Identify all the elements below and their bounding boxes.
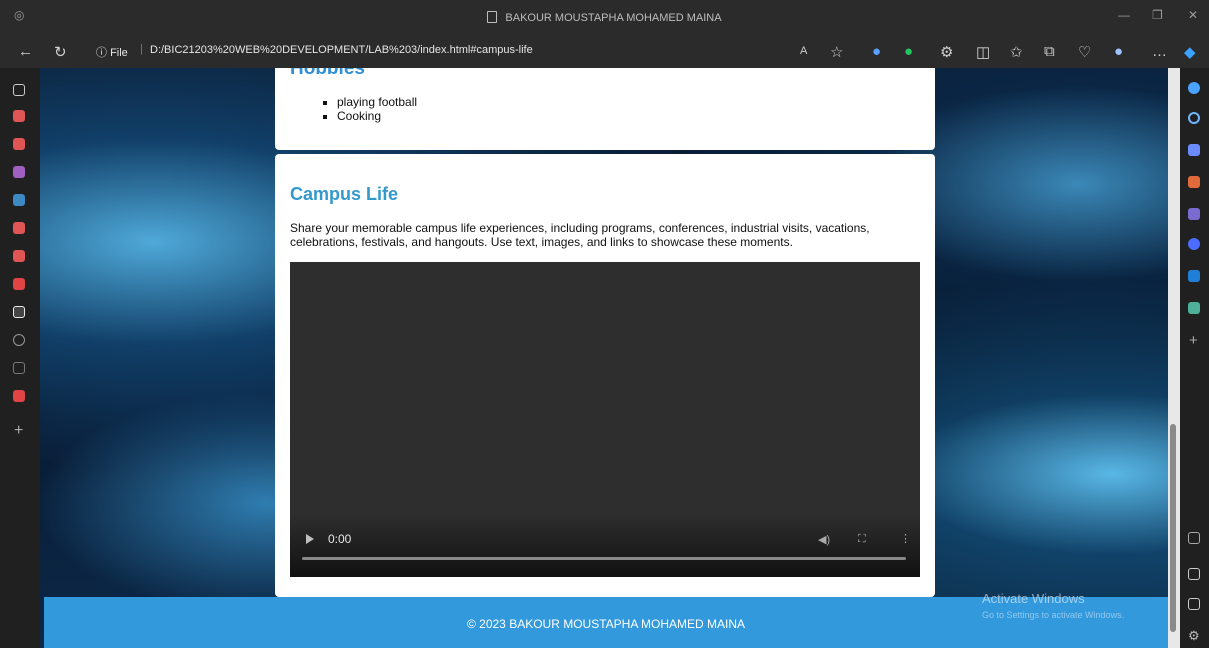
grammarly-icon[interactable]: ● xyxy=(904,43,913,60)
copilot-icon[interactable]: ◆ xyxy=(1184,43,1196,61)
games-icon[interactable] xyxy=(1188,208,1200,220)
campus-life-heading: Campus Life xyxy=(290,184,399,204)
tab-pdf-icon[interactable] xyxy=(13,222,25,234)
fullscreen-icon[interactable]: ⛶ xyxy=(858,533,866,546)
performance-icon[interactable]: ♡ xyxy=(1078,43,1091,61)
title-bar: ◎ BAKOUR MOUSTAPHA MOHAMED MAINA — ❐ ✕ xyxy=(0,0,1209,36)
back-arrow-icon[interactable]: ← xyxy=(18,43,33,60)
address-separator: | xyxy=(140,43,143,55)
edge-sidebar: + ⚙ xyxy=(1180,68,1209,648)
url-text[interactable]: D:/BIC21203%20WEB%20DEVELOPMENT/LAB%203/… xyxy=(150,44,533,56)
tab-github-icon[interactable] xyxy=(13,334,25,346)
video-progress-track[interactable] xyxy=(302,557,906,560)
profile-avatar-icon[interactable]: ● xyxy=(1114,43,1123,60)
extensions-puzzle-icon[interactable]: ⚙ xyxy=(940,43,953,61)
window-title: BAKOUR MOUSTAPHA MOHAMED MAINA xyxy=(0,11,1209,24)
extension-icon[interactable]: ● xyxy=(872,43,881,60)
screenshot-icon[interactable] xyxy=(1188,532,1200,544)
video-more-icon[interactable]: ⋮ xyxy=(900,532,911,545)
external-open-icon[interactable] xyxy=(1188,598,1200,610)
video-player[interactable]: 0:00 ◀) ⛶ ⋮ xyxy=(290,262,920,577)
site-info[interactable]: ⓘ File xyxy=(96,44,128,60)
drop-icon[interactable] xyxy=(1188,302,1200,314)
new-tab-plus-icon[interactable]: + xyxy=(14,422,23,440)
tab-file-icon-active[interactable] xyxy=(13,306,25,318)
vertical-tabs-sidebar: + xyxy=(0,68,40,648)
tab-pdf-icon[interactable] xyxy=(13,278,25,290)
video-time: 0:00 xyxy=(328,532,352,546)
close-button[interactable]: ✕ xyxy=(1188,8,1198,22)
tools-icon[interactable] xyxy=(1188,176,1200,188)
maximize-button[interactable]: ❐ xyxy=(1152,8,1163,22)
scrollbar-thumb[interactable] xyxy=(1170,424,1176,632)
sidebar-toggle-icon[interactable] xyxy=(1188,568,1200,580)
tab-pdf-icon[interactable] xyxy=(13,110,25,122)
refresh-icon[interactable]: ↻ xyxy=(54,43,67,61)
notifications-icon[interactable] xyxy=(1188,82,1200,94)
volume-icon[interactable]: ◀) xyxy=(818,533,830,546)
hobby-item: playing football xyxy=(337,95,417,109)
address-bar-overlay[interactable]: ⓘ File | D:/BIC21203%20WEB%20DEVELOPMENT… xyxy=(86,40,866,62)
play-icon[interactable] xyxy=(306,534,314,544)
collections-icon[interactable]: ⧉ xyxy=(1044,43,1055,60)
hobbies-list: playing football Cooking xyxy=(326,95,417,123)
split-screen-icon[interactable]: ◫ xyxy=(976,43,990,61)
tab-site-icon[interactable] xyxy=(13,194,25,206)
settings-gear-icon[interactable]: ⚙ xyxy=(1188,628,1200,644)
search-icon[interactable] xyxy=(1188,112,1200,124)
outlook-icon[interactable] xyxy=(1188,270,1200,282)
tab-file-icon[interactable] xyxy=(13,362,25,374)
tab-pdf-icon[interactable] xyxy=(13,138,25,150)
hobby-item: Cooking xyxy=(337,109,417,123)
more-menu-icon[interactable]: … xyxy=(1152,43,1167,60)
tab-site-icon[interactable] xyxy=(13,166,25,178)
minimize-button[interactable]: — xyxy=(1118,8,1130,22)
office-icon[interactable] xyxy=(1188,238,1200,250)
tab-actions-icon[interactable] xyxy=(13,84,25,96)
activate-windows-watermark: Activate Windows xyxy=(982,591,1085,606)
campus-life-description: Share your memorable campus life experie… xyxy=(290,221,870,249)
add-sidebar-app-icon[interactable]: + xyxy=(1189,332,1198,349)
favorites-icon[interactable]: ✩ xyxy=(1010,43,1023,61)
tab-pdf-icon[interactable] xyxy=(13,390,25,402)
activate-windows-subtitle: Go to Settings to activate Windows. xyxy=(982,610,1125,620)
shopping-icon[interactable] xyxy=(1188,144,1200,156)
tab-pdf-icon[interactable] xyxy=(13,250,25,262)
document-icon xyxy=(487,11,498,23)
